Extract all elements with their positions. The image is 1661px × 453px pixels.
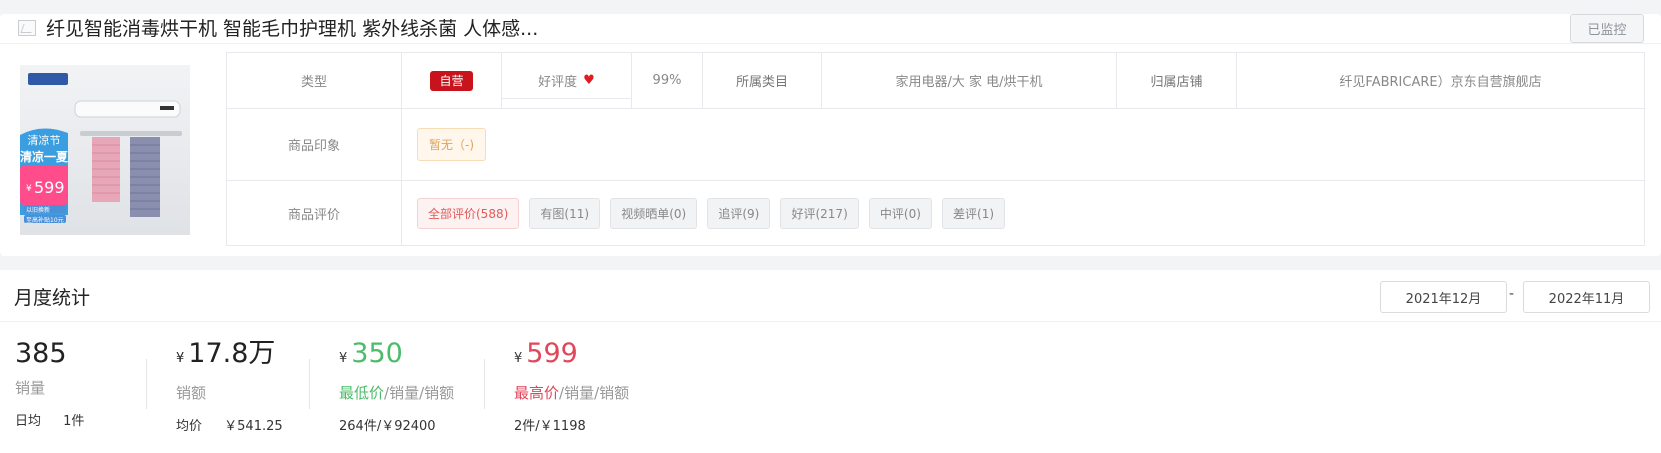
image-headline-text: 清凉一夏 bbox=[20, 149, 69, 164]
monthly-title: 月度统计 bbox=[14, 287, 91, 309]
product-card: 纤见智能消毒烘干机 智能毛巾护理机 紫外线杀菌 人体感... 已监控 清凉节 清… bbox=[0, 14, 1661, 256]
image-tag1: 以旧换新 bbox=[26, 206, 50, 214]
sales-label: 销量 bbox=[15, 379, 46, 397]
sales-value: 385 bbox=[15, 338, 67, 369]
divider bbox=[146, 359, 147, 409]
avg-value: ￥541.25 bbox=[224, 419, 283, 434]
review-tag-negative[interactable]: 差评(1) bbox=[942, 197, 1006, 229]
date-separator: - bbox=[1509, 286, 1515, 302]
category-value[interactable]: 家用电器/大 家 电/烘干机 bbox=[821, 52, 1117, 109]
revenue-value: 17.8万 bbox=[188, 338, 276, 369]
date-to-picker[interactable]: 2022年11月 bbox=[1523, 281, 1650, 313]
image-price: 599 bbox=[34, 178, 65, 197]
max-price-value: 599 bbox=[526, 338, 578, 369]
max-price-sub: 2件/￥1198 bbox=[514, 419, 586, 434]
monthly-header: 月度统计 2021年12月 - 2022年11月 bbox=[0, 270, 1661, 322]
yen-icon: ¥ bbox=[514, 351, 523, 366]
review-tag-followup[interactable]: 追评(9) bbox=[707, 197, 771, 229]
daily-value: 1件 bbox=[63, 414, 85, 429]
product-image[interactable]: 清凉节 清凉一夏 ¥ 599 以旧换新 至高补贴10元 bbox=[20, 65, 190, 235]
sales-stat: 385 销量 日均 1件 bbox=[15, 336, 84, 429]
category-label: 所属类目 bbox=[702, 52, 822, 109]
review-tag-all[interactable]: 全部评价(588) bbox=[417, 197, 520, 229]
rating-label: 好评度 bbox=[538, 74, 578, 90]
date-from-picker[interactable]: 2021年12月 bbox=[1380, 281, 1507, 313]
min-price-sub: 264件/￥92400 bbox=[339, 419, 436, 434]
image-tag2: 至高补贴10元 bbox=[26, 216, 64, 224]
avg-label: 均价 bbox=[176, 419, 203, 434]
revenue-label: 销额 bbox=[176, 384, 207, 402]
review-tags: 全部评价(588) 有图(11) 视频晒单(0) 追评(9) 好评(217) 中… bbox=[401, 180, 1645, 246]
divider bbox=[309, 359, 310, 409]
image-placeholder-icon bbox=[18, 20, 36, 36]
heart-icon: ♥ bbox=[583, 72, 595, 88]
review-tag-video[interactable]: 视频晒单(0) bbox=[610, 197, 698, 229]
sales-daily: 日均 1件 bbox=[15, 410, 84, 429]
type-label: 类型 bbox=[226, 52, 402, 109]
min-price-label: 最低价 bbox=[339, 384, 385, 402]
self-operated-badge: 自营 bbox=[430, 70, 473, 91]
monitor-button[interactable]: 已监控 bbox=[1570, 14, 1644, 43]
type-cell: 自营 bbox=[401, 52, 502, 109]
impression-tag: 暂无（-) bbox=[417, 128, 487, 161]
impression-cell: 暂无（-) bbox=[401, 108, 1645, 181]
shop-value[interactable]: 纤见FABRICARE）京东自营旗舰店 bbox=[1236, 52, 1645, 109]
product-title-row: 纤见智能消毒烘干机 智能毛巾护理机 紫外线杀菌 人体感... 已监控 bbox=[0, 14, 1661, 44]
monthly-stats-card: 月度统计 2021年12月 - 2022年11月 385 销量 日均 1件 ¥1… bbox=[0, 270, 1661, 453]
review-tag-with-images[interactable]: 有图(11) bbox=[529, 197, 601, 229]
rating-cell: 好评度 ♥ bbox=[501, 52, 632, 109]
yen-icon: ¥ bbox=[176, 351, 185, 366]
min-price-stat: ¥350 最低价/销量/销额 264件/￥92400 bbox=[339, 336, 454, 434]
divider bbox=[484, 359, 485, 409]
revenue-stat: ¥17.8万 销额 均价 ￥541.25 bbox=[176, 336, 283, 434]
review-label: 商品评价 bbox=[226, 180, 402, 246]
product-info-table: 类型 自营 好评度 ♥ 99% 所属类目 家用电器/大 家 电/烘干机 归属店铺… bbox=[226, 52, 1645, 246]
product-title[interactable]: 纤见智能消毒烘干机 智能毛巾护理机 紫外线杀菌 人体感... bbox=[46, 16, 538, 42]
impression-label: 商品印象 bbox=[226, 108, 402, 181]
revenue-avg: 均价 ￥541.25 bbox=[176, 415, 283, 434]
daily-label: 日均 bbox=[15, 414, 42, 429]
max-price-label-rest: /销量/销额 bbox=[559, 384, 630, 402]
max-price-label: 最高价 bbox=[514, 384, 560, 402]
rating-value: 99% bbox=[631, 52, 703, 109]
shop-label: 归属店铺 bbox=[1116, 52, 1237, 109]
yen-icon: ¥ bbox=[339, 351, 348, 366]
image-price-symbol: ¥ bbox=[26, 184, 32, 194]
max-price-stat: ¥599 最高价/销量/销额 2件/￥1198 bbox=[514, 336, 629, 434]
min-price-label-rest: /销量/销额 bbox=[384, 384, 455, 402]
image-badge-text: 清凉节 bbox=[28, 133, 61, 147]
review-tag-positive[interactable]: 好评(217) bbox=[780, 197, 859, 229]
review-tag-neutral[interactable]: 中评(0) bbox=[868, 197, 932, 229]
min-price-value: 350 bbox=[351, 338, 403, 369]
